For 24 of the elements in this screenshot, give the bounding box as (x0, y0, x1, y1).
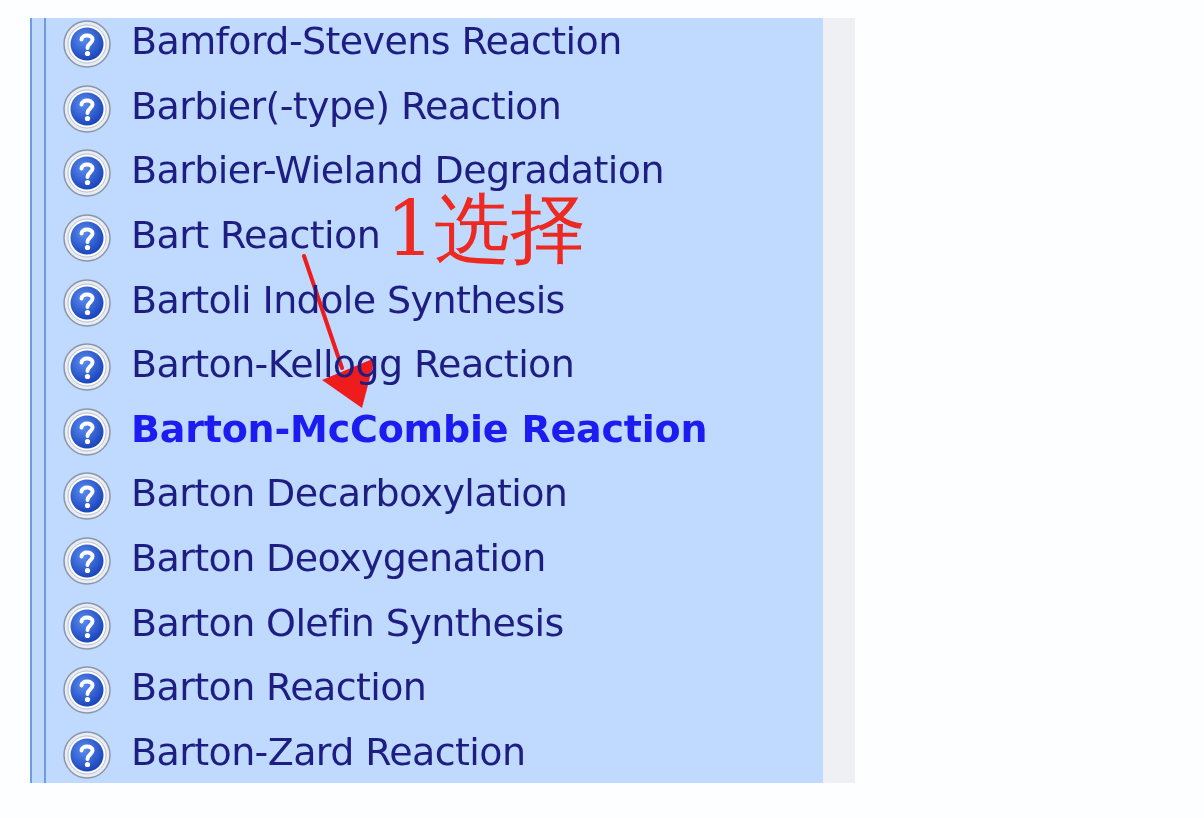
reaction-item[interactable]: Barton Decarboxylation (131, 474, 568, 513)
reaction-item[interactable]: Barton Deoxygenation (131, 539, 546, 578)
help-icon (63, 407, 111, 456)
reaction-item[interactable]: Bamford-Stevens Reaction (131, 22, 622, 61)
annotation-label: 1选择 (386, 191, 587, 267)
help-icon (63, 666, 111, 715)
help-icon (63, 472, 111, 521)
help-icon (63, 537, 111, 586)
help-icon (63, 601, 111, 650)
reaction-item[interactable]: Barbier(-type) Reaction (131, 86, 562, 125)
reaction-item[interactable]: Barbier-Wieland Degradation (131, 151, 664, 190)
help-icon (63, 149, 111, 198)
reaction-item[interactable]: Barton Olefin Synthesis (131, 603, 564, 642)
reaction-item[interactable]: Barton-McCombie Reaction (131, 409, 708, 448)
help-icon (63, 730, 111, 779)
help-icon (63, 84, 111, 133)
reaction-item[interactable]: Barton-Zard Reaction (131, 732, 526, 771)
reaction-item[interactable]: Barton Reaction (131, 668, 427, 707)
help-icon (63, 343, 111, 392)
reaction-item[interactable]: Bart Reaction (131, 216, 381, 255)
scrollbar-track[interactable] (823, 18, 855, 783)
help-icon (63, 214, 111, 263)
help-icon (63, 278, 111, 327)
help-icon (63, 20, 111, 69)
